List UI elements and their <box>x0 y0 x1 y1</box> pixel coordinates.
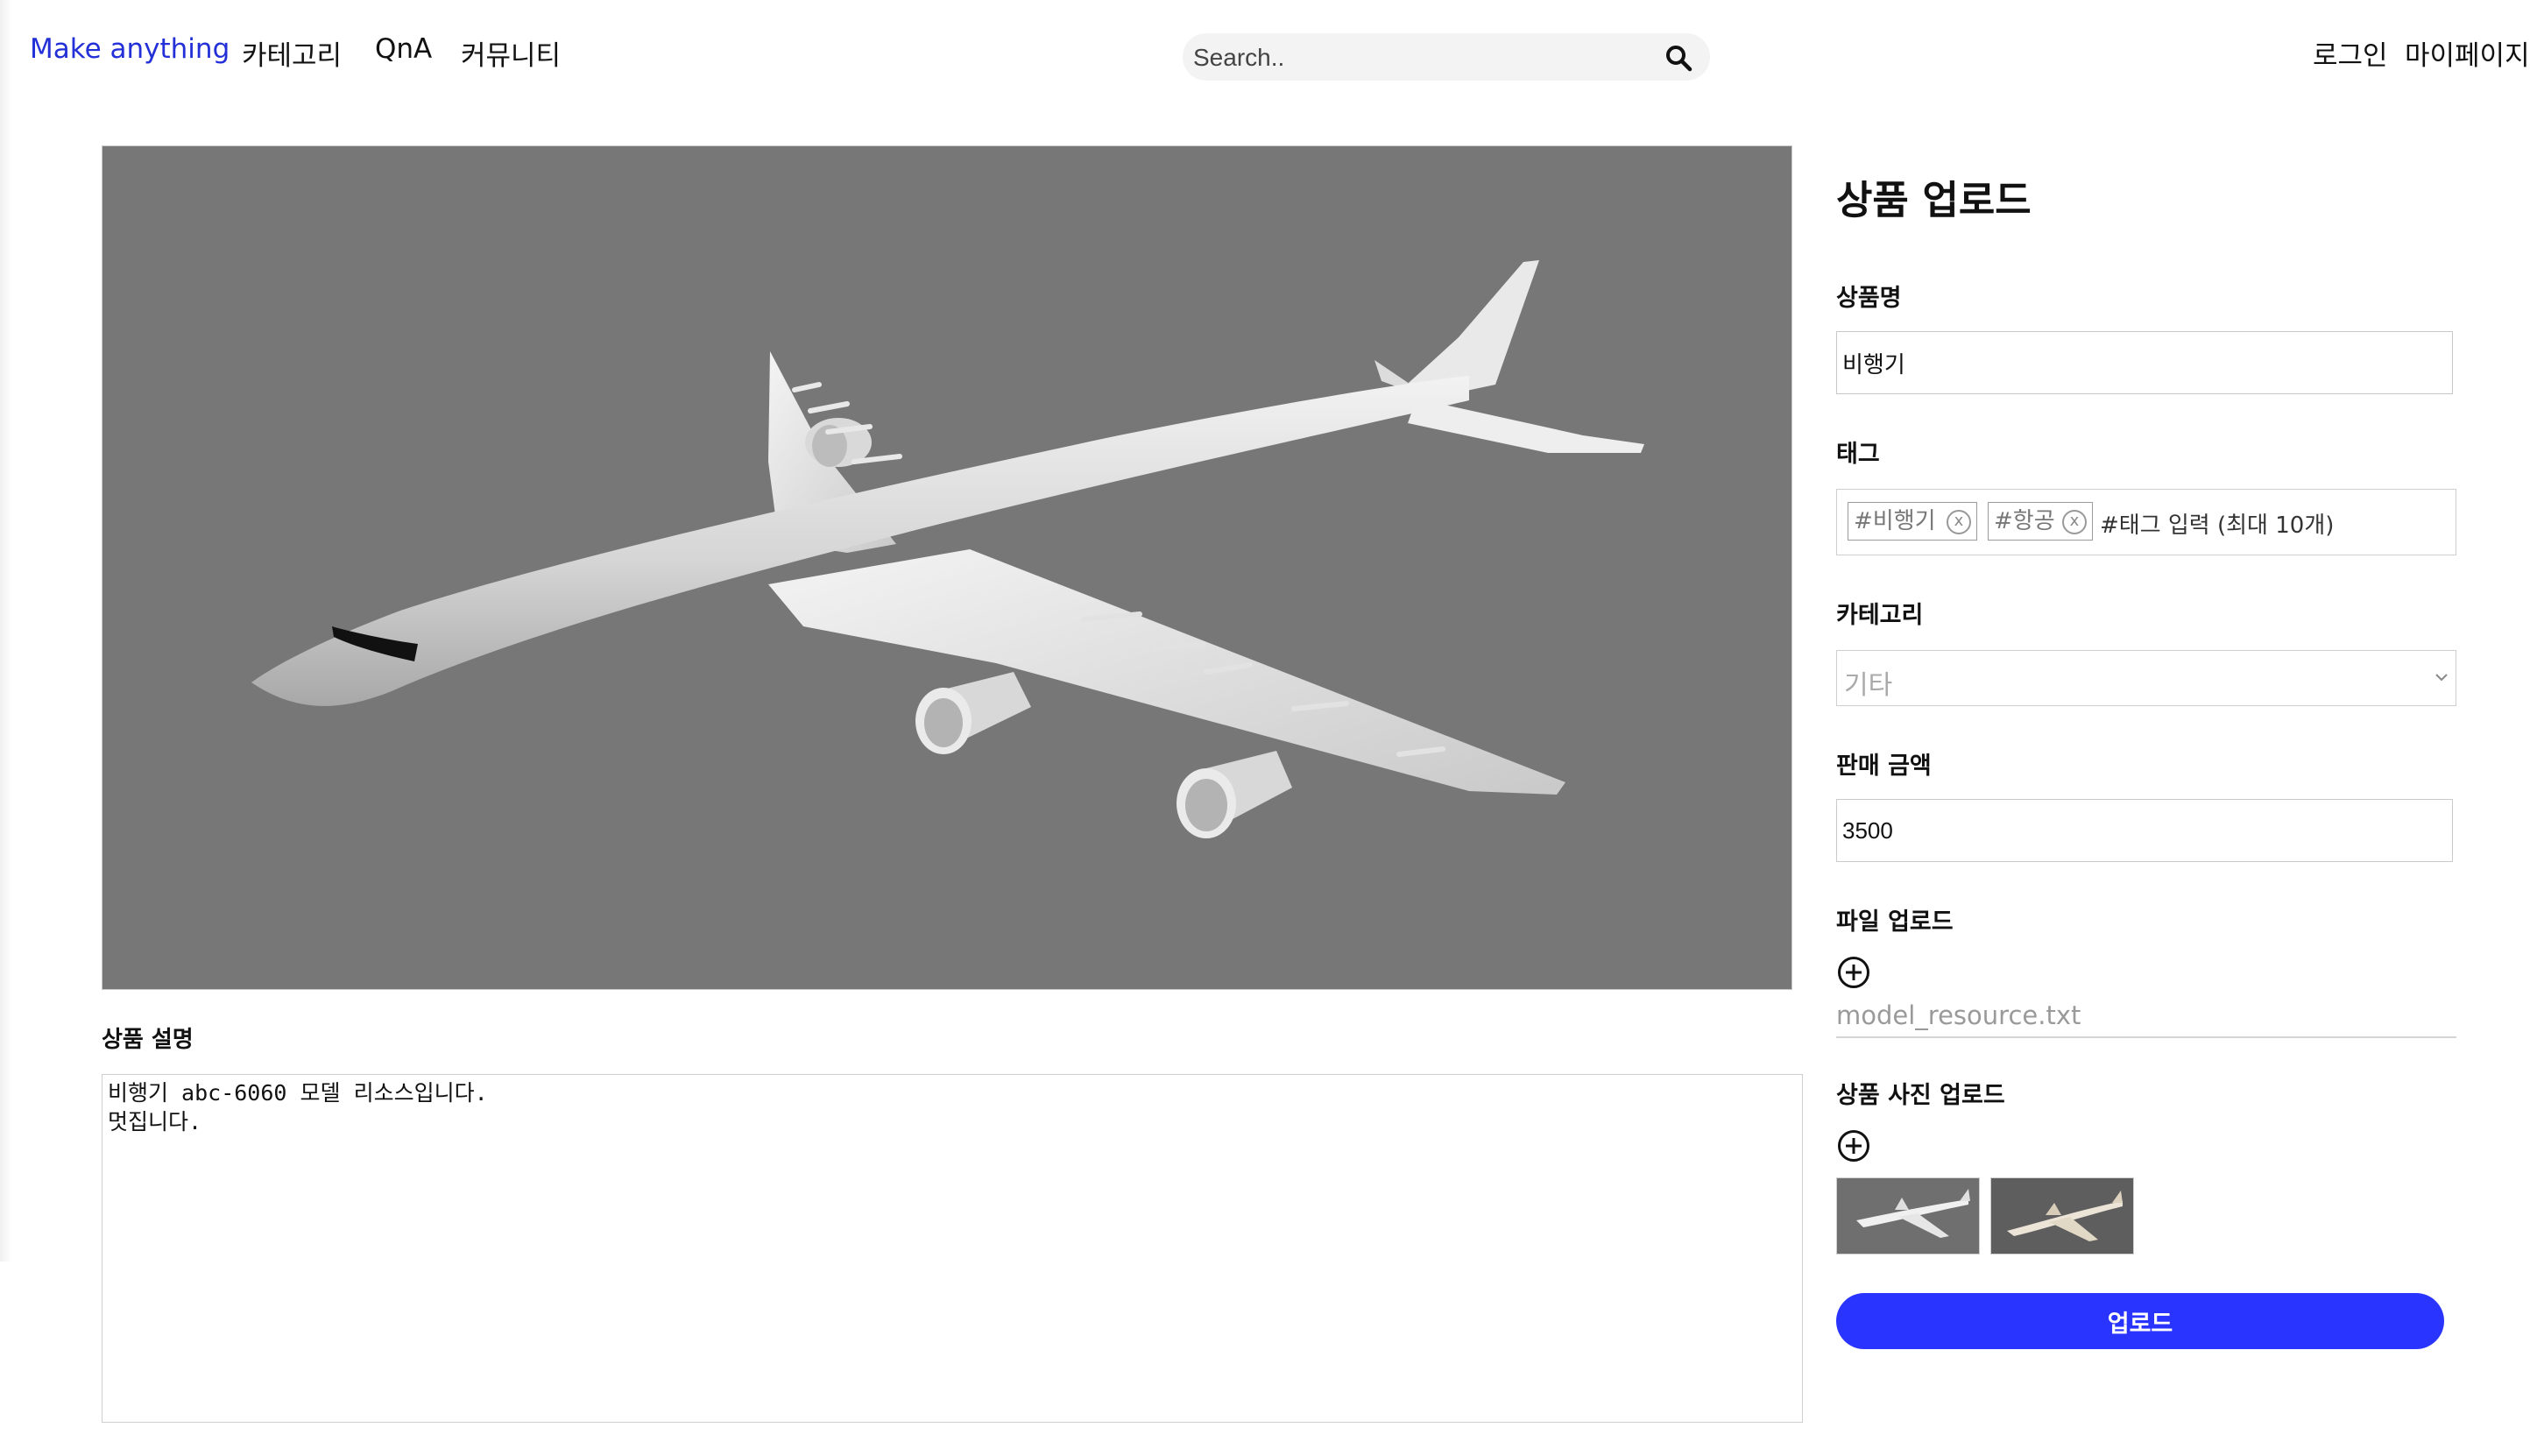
photo-thumbnail[interactable] <box>1836 1177 1980 1255</box>
price-input[interactable] <box>1836 799 2453 862</box>
tag-chip-label: #비행기 <box>1854 508 1936 534</box>
page-edge-shadow <box>0 0 12 1262</box>
search-icon[interactable] <box>1664 44 1692 72</box>
remove-tag-icon[interactable]: x <box>1947 510 1971 534</box>
upload-submit-button[interactable]: 업로드 <box>1836 1293 2444 1349</box>
nav-community[interactable]: 커뮤니티 <box>461 33 561 73</box>
tag-input[interactable]: #태그 입력 (최대 10개) <box>2100 507 2334 540</box>
product-name-label: 상품명 <box>1836 285 1902 312</box>
tag-input-box[interactable]: #비행기 x #항공 x #태그 입력 (최대 10개) <box>1836 489 2456 555</box>
brand-logo-link[interactable]: Make anything <box>30 33 230 65</box>
category-selected-value: 기타 <box>1844 670 1893 701</box>
tag-chip: #비행기 x <box>1848 502 1977 541</box>
search-bar <box>1183 33 1710 82</box>
top-navigation-bar: Make anything 카테고리 QnA 커뮤니티 로그인 마이페이지 <box>0 0 2544 114</box>
photo-upload-label: 상품 사진 업로드 <box>1836 1082 2005 1109</box>
photo-thumbnail[interactable] <box>1990 1177 2134 1255</box>
product-name-input[interactable] <box>1836 331 2453 394</box>
nav-category[interactable]: 카테고리 <box>242 33 342 73</box>
file-divider <box>1836 1036 2456 1038</box>
add-photo-icon[interactable] <box>1838 1130 1869 1162</box>
add-file-icon[interactable] <box>1838 957 1869 988</box>
remove-tag-icon[interactable]: x <box>2062 510 2087 534</box>
airplane-thumbnail-image <box>1856 1189 1970 1238</box>
login-link[interactable]: 로그인 <box>2313 33 2388 73</box>
category-select[interactable]: 기타 <box>1836 650 2456 706</box>
file-upload-label: 파일 업로드 <box>1836 908 1954 936</box>
description-label: 상품 설명 <box>102 1027 194 1053</box>
tag-label: 태그 <box>1836 441 1880 468</box>
chevron-down-icon <box>2435 674 2448 682</box>
category-label: 카테고리 <box>1836 602 1924 629</box>
search-input[interactable] <box>1191 33 1650 82</box>
price-label: 판매 금액 <box>1836 753 1932 780</box>
airplane-model-image <box>251 260 1644 838</box>
tag-chip-label: #항공 <box>1994 508 2055 534</box>
nav-qna[interactable]: QnA <box>375 33 432 65</box>
model-preview-viewer[interactable] <box>102 145 1792 990</box>
uploaded-file-name: model_resource.txt <box>1836 1000 2081 1030</box>
airplane-thumbnail-image <box>2007 1191 2123 1241</box>
description-textarea[interactable]: 비행기 abc-6060 모델 리소스입니다. 멋집니다. <box>102 1074 1803 1423</box>
page-title: 상품 업로드 <box>1836 177 2032 223</box>
tag-chip: #항공 x <box>1988 502 2093 541</box>
mypage-link[interactable]: 마이페이지 <box>2405 33 2530 73</box>
